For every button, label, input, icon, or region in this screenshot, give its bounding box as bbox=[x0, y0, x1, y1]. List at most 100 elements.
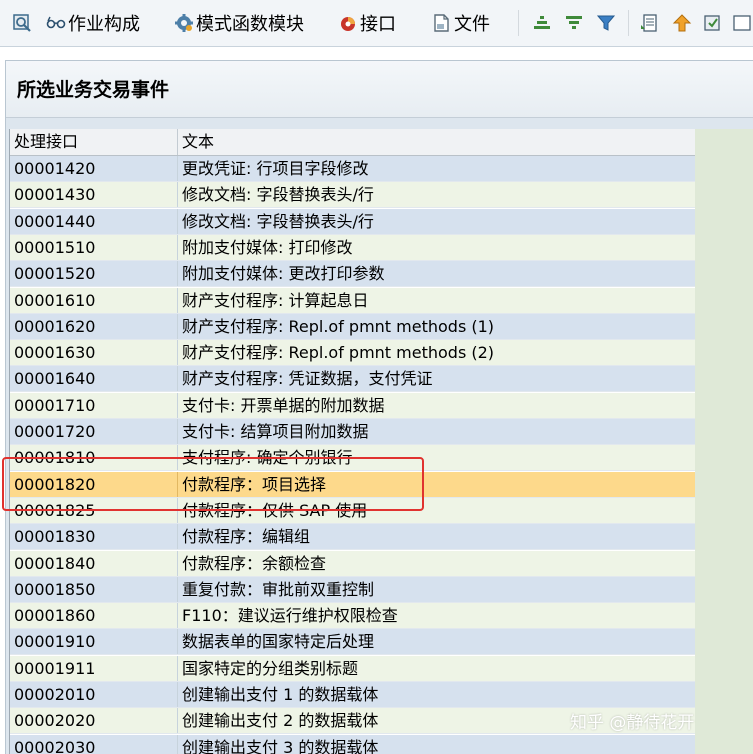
cell-interface-code[interactable]: 00001520 bbox=[10, 261, 178, 287]
cell-text[interactable]: 财产支付程序: 计算起息日 bbox=[178, 288, 696, 313]
table-row[interactable]: 00001825 付款程序：仅供 SAP 使用 bbox=[10, 497, 696, 524]
cell-text[interactable]: F110：建议运行维护权限检查 bbox=[178, 603, 696, 628]
cell-interface-code[interactable]: 00002010 bbox=[10, 682, 178, 707]
export-button[interactable] bbox=[640, 8, 662, 38]
sort-ascending-icon bbox=[532, 13, 552, 33]
cell-interface-code[interactable]: 00002030 bbox=[10, 734, 178, 754]
cell-interface-code[interactable]: 00001710 bbox=[10, 392, 178, 418]
table-row[interactable]: 00001911 国家特定的分组类别标题 bbox=[10, 655, 696, 682]
cell-text[interactable]: 支付卡: 开票单据的附加数据 bbox=[178, 393, 696, 418]
watermark: 知乎 @静待花开 bbox=[570, 713, 695, 733]
pattern-function-module-label: 模式函数模块 bbox=[196, 14, 304, 35]
column-header-interface[interactable]: 处理接口 bbox=[10, 129, 178, 155]
column-header-text[interactable]: 文本 bbox=[178, 129, 696, 155]
table-row[interactable]: 00001630 财产支付程序: Repl.of pmnt methods (2) bbox=[10, 340, 696, 367]
panel-title: 所选业务交易事件 bbox=[17, 79, 170, 101]
cell-interface-code[interactable]: 00001860 bbox=[10, 603, 178, 629]
table-row[interactable]: 00001810 支付程序: 确定个别银行 bbox=[10, 445, 696, 472]
sort-descending-icon bbox=[564, 13, 584, 33]
more-button[interactable] bbox=[732, 8, 753, 38]
cell-text[interactable]: 付款程序：余额检查 bbox=[178, 551, 696, 576]
cell-text[interactable]: 付款程序：仅供 SAP 使用 bbox=[178, 498, 696, 523]
cell-text[interactable]: 重复付款：审批前双重控制 bbox=[178, 577, 696, 602]
table-row[interactable]: 00001520 附加支付媒体: 更改打印参数 bbox=[10, 261, 696, 288]
table-row[interactable]: 00001620 财产支付程序: Repl.of pmnt methods (1) bbox=[10, 313, 696, 340]
events-table: 处理接口 文本 00001420 更改凭证: 行项目字段修改 00001430 修改文… bbox=[9, 129, 696, 754]
cell-interface-code[interactable]: 00001430 bbox=[10, 182, 178, 208]
table-row[interactable]: 00001860 F110：建议运行维护权限检查 bbox=[10, 603, 696, 630]
save-button[interactable] bbox=[702, 8, 724, 38]
cell-interface-code[interactable]: 00001420 bbox=[10, 156, 178, 181]
table-row[interactable]: 00001440 修改文档: 字段替换表头/行 bbox=[10, 208, 696, 235]
cell-text[interactable]: 财产支付程序: 凭证数据，支付凭证 bbox=[178, 366, 696, 391]
cell-interface-code[interactable]: 00001910 bbox=[10, 629, 178, 655]
cell-interface-code[interactable]: 00002020 bbox=[10, 708, 178, 734]
cell-text[interactable]: 修改文档: 字段替换表头/行 bbox=[178, 209, 696, 234]
cell-text[interactable]: 创建输出支付 3 的数据载体 bbox=[178, 735, 696, 754]
table-row[interactable]: 00002030 创建输出支付 3 的数据载体 bbox=[10, 734, 696, 754]
table-row[interactable]: 00001420 更改凭证: 行项目字段修改 bbox=[10, 156, 696, 182]
cell-interface-code[interactable]: 00001440 bbox=[10, 208, 178, 234]
cell-interface-code[interactable]: 00001825 bbox=[10, 497, 178, 523]
cell-text[interactable]: 付款程序：项目选择 bbox=[178, 472, 696, 497]
pattern-function-module-button[interactable]: 模式函数模块 bbox=[174, 8, 304, 38]
gear-icon bbox=[174, 13, 194, 33]
cell-interface-code[interactable]: 00001510 bbox=[10, 234, 178, 260]
table-row[interactable]: 00001840 付款程序：余额检查 bbox=[10, 550, 696, 577]
cell-text[interactable]: 数据表单的国家特定后处理 bbox=[178, 629, 696, 654]
export-icon bbox=[640, 13, 660, 33]
interface-icon bbox=[338, 13, 358, 33]
cell-interface-code[interactable]: 00001810 bbox=[10, 445, 178, 471]
glasses-icon bbox=[46, 13, 66, 33]
table-row[interactable]: 00001850 重复付款：审批前双重控制 bbox=[10, 576, 696, 603]
arrow-icon bbox=[672, 13, 692, 33]
cell-text[interactable]: 更改凭证: 行项目字段修改 bbox=[178, 156, 696, 181]
cell-text[interactable]: 修改文档: 字段替换表头/行 bbox=[178, 182, 696, 207]
panel-header: 所选业务交易事件 bbox=[6, 61, 753, 118]
cell-text[interactable]: 国家特定的分组类别标题 bbox=[178, 656, 696, 681]
toolbar-separator bbox=[518, 10, 519, 36]
cell-text[interactable]: 付款程序：编辑组 bbox=[178, 524, 696, 549]
cell-interface-code[interactable]: 00001850 bbox=[10, 576, 178, 602]
arrow-button[interactable] bbox=[672, 8, 694, 38]
cell-interface-code[interactable]: 00001640 bbox=[10, 366, 178, 392]
cell-text[interactable]: 财产支付程序: Repl.of pmnt methods (2) bbox=[178, 340, 696, 365]
filter-button[interactable] bbox=[596, 8, 618, 38]
cell-interface-code[interactable]: 00001610 bbox=[10, 287, 178, 313]
cell-text[interactable]: 财产支付程序: Repl.of pmnt methods (1) bbox=[178, 314, 696, 339]
grid-empty-area bbox=[695, 129, 753, 754]
table-row[interactable]: 00001720 支付卡: 结算项目附加数据 bbox=[10, 419, 696, 445]
filter-icon bbox=[596, 13, 616, 33]
interface-label: 接口 bbox=[360, 14, 396, 35]
cell-text[interactable]: 附加支付媒体: 更改打印参数 bbox=[178, 261, 696, 286]
display-change-button[interactable] bbox=[12, 8, 34, 38]
interface-button[interactable]: 接口 bbox=[338, 8, 396, 38]
cell-interface-code[interactable]: 00001820 bbox=[10, 471, 178, 497]
table-row[interactable]: 00001430 修改文档: 字段替换表头/行 bbox=[10, 182, 696, 209]
save-icon bbox=[702, 13, 722, 33]
transaction-events-panel: 所选业务交易事件 处理接口 文本 00001420 更改凭证: 行项目字段修改 00… bbox=[2, 60, 753, 754]
cell-interface-code[interactable]: 00001620 bbox=[10, 313, 178, 339]
table-row[interactable]: 00001710 支付卡: 开票单据的附加数据 bbox=[10, 392, 696, 419]
cell-text[interactable]: 附加支付媒体: 打印修改 bbox=[178, 235, 696, 260]
table-row[interactable]: 00001640 财产支付程序: 凭证数据，支付凭证 bbox=[10, 366, 696, 393]
table-row[interactable]: 00001610 财产支付程序: 计算起息日 bbox=[10, 287, 696, 314]
cell-interface-code[interactable]: 00001830 bbox=[10, 524, 178, 550]
application-toolbar: 作业构成 模式函数模块 接口 文件 bbox=[0, 0, 753, 47]
table-row[interactable]: 00001910 数据表单的国家特定后处理 bbox=[10, 629, 696, 656]
cell-interface-code[interactable]: 00001840 bbox=[10, 550, 178, 576]
document-button[interactable]: 文件 bbox=[432, 8, 490, 38]
cell-text[interactable]: 支付程序: 确定个别银行 bbox=[178, 445, 696, 470]
cell-interface-code[interactable]: 00001720 bbox=[10, 419, 178, 444]
table-row[interactable]: 00001510 附加支付媒体: 打印修改 bbox=[10, 234, 696, 261]
sort-ascending-button[interactable] bbox=[532, 8, 554, 38]
cell-text[interactable]: 支付卡: 结算项目附加数据 bbox=[178, 419, 696, 444]
cell-interface-code[interactable]: 00001630 bbox=[10, 340, 178, 366]
cell-text[interactable]: 创建输出支付 1 的数据载体 bbox=[178, 682, 696, 707]
cell-interface-code[interactable]: 00001911 bbox=[10, 655, 178, 681]
job-composition-button[interactable]: 作业构成 bbox=[46, 8, 140, 38]
table-row[interactable]: 00001820 付款程序：项目选择 bbox=[10, 471, 696, 498]
sort-descending-button[interactable] bbox=[564, 8, 586, 38]
table-row[interactable]: 00002010 创建输出支付 1 的数据载体 bbox=[10, 682, 696, 708]
table-row[interactable]: 00001830 付款程序：编辑组 bbox=[10, 524, 696, 551]
